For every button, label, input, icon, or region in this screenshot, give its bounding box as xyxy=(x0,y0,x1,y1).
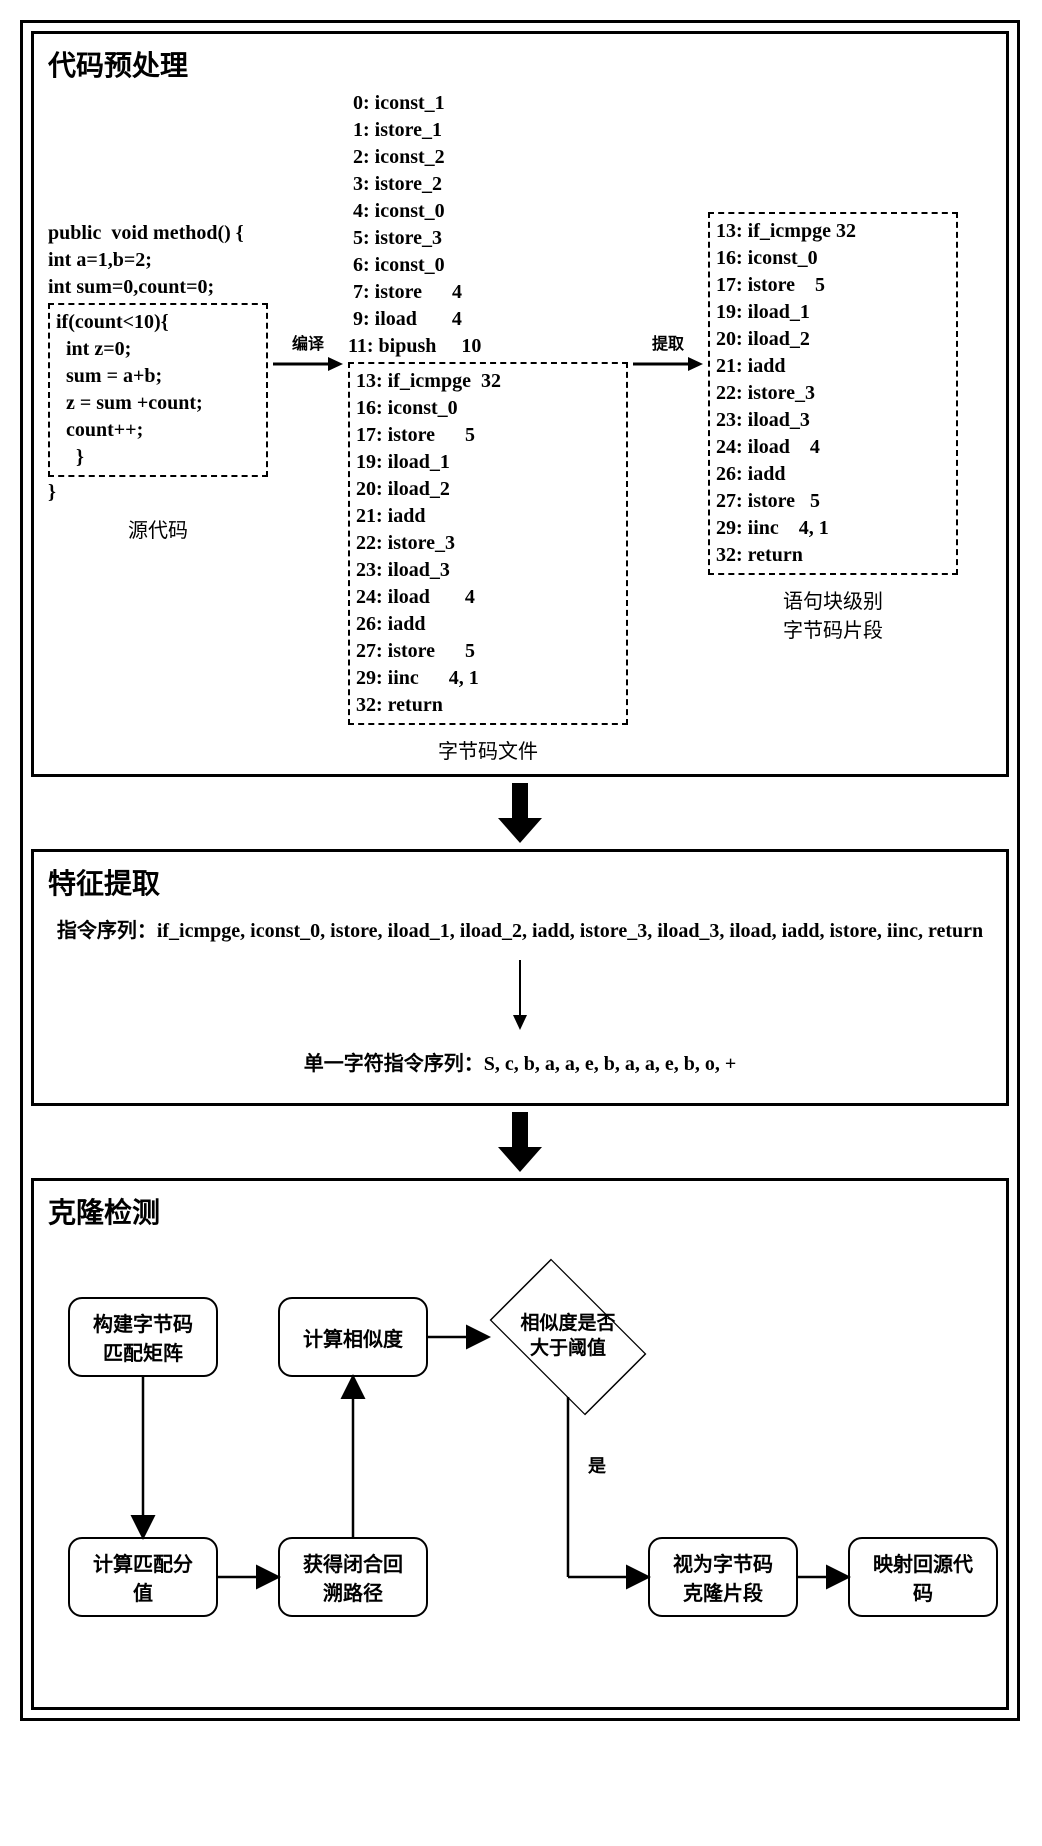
arrow-extract: 提取 xyxy=(628,330,708,374)
panel-feature-extraction: 特征提取 指令序列：if_icmpge, iconst_0, istore, i… xyxy=(31,849,1009,1106)
panel3-title: 克隆检测 xyxy=(48,1191,992,1231)
source-boxed: if(count<10){ int z=0; sum = a+b; z = su… xyxy=(48,303,268,477)
source-post: } xyxy=(48,479,268,506)
fragment-boxed: 13: if_icmpge 3216: iconst_017: istore 5… xyxy=(708,212,958,575)
down-arrow-1 xyxy=(31,783,1009,843)
char-sequence: 单一字符指令序列：S, c, b, a, a, e, b, a, a, e, b… xyxy=(48,1049,992,1079)
down-arrow-2 xyxy=(31,1112,1009,1172)
node-calc-score: 计算匹配分 值 xyxy=(68,1537,218,1617)
fragment-col: 13: if_icmpge 3216: iconst_017: istore 5… xyxy=(708,210,958,643)
source-pre: public void method() { int a=1,b=2; int … xyxy=(48,220,268,301)
panel-clone-detection: 克隆检测 构建字节码 匹配矩阵 计算匹配分 值 获得闭合回 溯路径 计算相似度 … xyxy=(31,1178,1009,1710)
bytecode-pre: 0: iconst_1 1: istore_1 2: iconst_2 3: i… xyxy=(348,90,628,360)
source-caption: 源代码 xyxy=(48,514,268,543)
bytecode-caption: 字节码文件 xyxy=(348,735,628,764)
node-threshold: 相似度是否 大于阈值 xyxy=(478,1267,658,1407)
arrow-icon xyxy=(633,354,703,374)
bytecode-boxed: 13: if_icmpge 3216: iconst_017: istore 5… xyxy=(348,362,628,725)
bytecode-col: 0: iconst_1 1: istore_1 2: iconst_2 3: i… xyxy=(348,90,628,764)
node-traceback: 获得闭合回 溯路径 xyxy=(278,1537,428,1617)
panel2-title: 特征提取 xyxy=(48,862,992,902)
fragment-caption: 语句块级别 字节码片段 xyxy=(708,585,958,643)
thin-arrow xyxy=(48,960,992,1035)
node-clone-frag: 视为字节码 克隆片段 xyxy=(648,1537,798,1617)
source-col: public void method() { int a=1,b=2; int … xyxy=(48,220,268,543)
node-build-matrix: 构建字节码 匹配矩阵 xyxy=(68,1297,218,1377)
arrow-icon xyxy=(273,354,343,374)
node-similarity: 计算相似度 xyxy=(278,1297,428,1377)
panel-preprocessing: 代码预处理 public void method() { int a=1,b=2… xyxy=(31,31,1009,777)
diagram-root: 代码预处理 public void method() { int a=1,b=2… xyxy=(20,20,1020,1721)
node-map-source: 映射回源代 码 xyxy=(848,1537,998,1617)
yes-label: 是 xyxy=(588,1452,606,1478)
instruction-sequence: 指令序列：if_icmpge, iconst_0, istore, iload_… xyxy=(48,916,992,946)
arrow-compile: 编译 xyxy=(268,330,348,374)
panel1-title: 代码预处理 xyxy=(48,44,992,84)
